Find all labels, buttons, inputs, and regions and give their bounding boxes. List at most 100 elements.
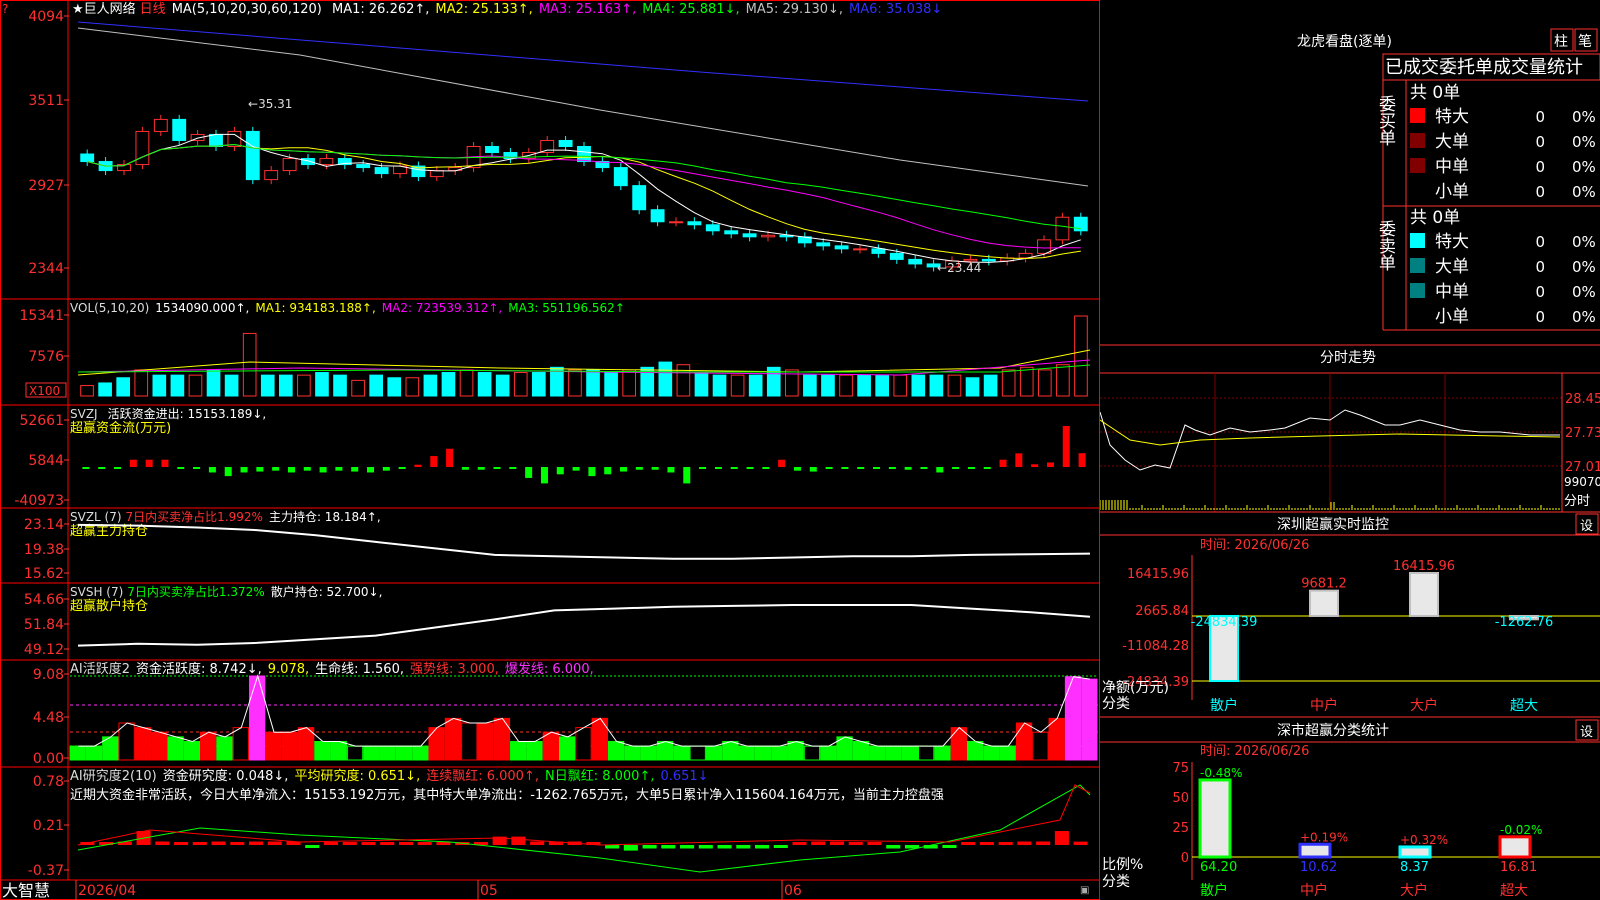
volume-bar[interactable] xyxy=(586,369,600,397)
research-bar[interactable] xyxy=(249,841,264,846)
activity-bar[interactable] xyxy=(966,740,984,761)
activity-bar[interactable] xyxy=(624,745,641,761)
activity-bar[interactable] xyxy=(542,731,560,761)
activity-bar[interactable] xyxy=(232,727,249,761)
candle[interactable] xyxy=(429,170,444,178)
candle[interactable] xyxy=(577,145,591,163)
flow-bar[interactable] xyxy=(809,467,817,472)
flow-bar[interactable] xyxy=(667,467,675,473)
research-bar[interactable] xyxy=(961,842,976,845)
research-bar[interactable] xyxy=(323,842,339,845)
activity-bar[interactable] xyxy=(673,745,690,761)
flow-bar[interactable] xyxy=(920,467,928,469)
research-bar[interactable] xyxy=(174,842,189,845)
activity-bar[interactable] xyxy=(1048,717,1065,761)
flow-bar[interactable] xyxy=(193,467,201,469)
research-bar[interactable] xyxy=(1073,841,1088,845)
flow-bar[interactable] xyxy=(967,467,975,469)
flow-bar[interactable] xyxy=(446,448,454,467)
activity-bar[interactable] xyxy=(510,740,527,761)
flow-bar[interactable] xyxy=(398,467,406,469)
volume-bar[interactable] xyxy=(712,374,727,397)
volume-bar[interactable] xyxy=(224,374,239,397)
volume-bar[interactable] xyxy=(803,374,817,397)
candlestick-series[interactable] xyxy=(80,114,1088,272)
flow-bar[interactable] xyxy=(161,459,169,467)
flow-bar[interactable] xyxy=(699,467,707,469)
candle[interactable] xyxy=(613,167,628,187)
candle[interactable] xyxy=(742,233,757,238)
activity-bar[interactable] xyxy=(738,745,755,761)
activity-bar[interactable] xyxy=(950,727,967,761)
research-bar[interactable] xyxy=(342,842,357,845)
activity-bar[interactable] xyxy=(248,675,266,761)
ratio-chart[interactable]: 75 50 25 0 -0.48% 64.20 散户 +0.19% 10.62 中户 +0.32% 8… xyxy=(1102,761,1600,899)
flow-bar[interactable] xyxy=(983,467,991,469)
activity-bar[interactable] xyxy=(820,745,837,761)
ratio-bar[interactable] xyxy=(1198,778,1232,859)
research-bar[interactable] xyxy=(661,845,676,849)
flow-bar[interactable] xyxy=(952,467,960,469)
research-bar[interactable] xyxy=(792,842,807,845)
flow-bar[interactable] xyxy=(272,467,280,471)
research-bar[interactable] xyxy=(642,845,657,849)
activity-bar[interactable] xyxy=(754,745,772,761)
research-bar[interactable] xyxy=(361,842,376,845)
research-bar[interactable] xyxy=(380,842,395,845)
flow-bar[interactable] xyxy=(319,467,327,473)
research-bar[interactable] xyxy=(979,842,994,845)
ratio-bar[interactable] xyxy=(1398,845,1432,859)
volume-bar[interactable] xyxy=(206,369,221,397)
candle[interactable] xyxy=(724,230,739,235)
flow-bar[interactable] xyxy=(857,467,865,469)
flow-bar[interactable] xyxy=(493,467,501,469)
activity-bar[interactable] xyxy=(689,745,706,761)
volume-bar[interactable] xyxy=(351,379,365,397)
volume-bars[interactable] xyxy=(77,315,1091,397)
activity-bar[interactable] xyxy=(167,736,184,761)
research-bar[interactable] xyxy=(698,845,713,849)
candle[interactable] xyxy=(319,158,334,166)
activity-bar[interactable] xyxy=(722,740,739,761)
research-bar[interactable] xyxy=(192,842,207,845)
volume-bar[interactable] xyxy=(98,382,112,397)
volume-bar[interactable] xyxy=(1037,369,1052,397)
flow-bar[interactable] xyxy=(556,467,564,475)
candle[interactable] xyxy=(209,133,223,147)
flow-bar[interactable] xyxy=(888,467,896,469)
flow-bar[interactable] xyxy=(114,467,122,469)
volume-bar[interactable] xyxy=(730,374,745,397)
volume-bar[interactable] xyxy=(604,372,618,397)
research-bar[interactable] xyxy=(511,836,526,845)
flow-bar[interactable] xyxy=(778,459,786,467)
volume-bar[interactable] xyxy=(929,374,944,397)
volume-bar[interactable] xyxy=(297,374,311,397)
ratio-bar[interactable] xyxy=(1498,835,1532,859)
research-bar[interactable] xyxy=(680,845,695,849)
volume-bar[interactable] xyxy=(405,377,420,397)
activity-bar[interactable] xyxy=(297,727,315,761)
flow-bar[interactable] xyxy=(82,467,90,469)
research-bar[interactable] xyxy=(717,845,732,849)
intraday-chart[interactable]: 28.45 27.73 27.0199070 分时 xyxy=(1100,373,1600,512)
research-bar[interactable] xyxy=(305,845,320,848)
activity-bar[interactable] xyxy=(771,745,788,761)
candle[interactable] xyxy=(871,248,886,254)
activity-bar[interactable] xyxy=(1081,678,1098,761)
flow-bar[interactable] xyxy=(1062,425,1070,467)
flow-bar[interactable] xyxy=(303,467,311,471)
flow-bar[interactable] xyxy=(414,464,422,467)
ratio-bar[interactable] xyxy=(1298,842,1332,859)
flow-bar[interactable] xyxy=(1031,464,1039,467)
candle[interactable] xyxy=(1055,216,1070,241)
volume-bar[interactable] xyxy=(875,374,890,397)
fund-flow-bars[interactable] xyxy=(82,425,1086,484)
candle[interactable] xyxy=(172,118,187,141)
volume-bar[interactable] xyxy=(893,374,908,397)
flow-bar[interactable] xyxy=(683,467,691,484)
candle[interactable] xyxy=(981,258,996,262)
activity-bar[interactable] xyxy=(1015,722,1033,761)
research-bar[interactable] xyxy=(436,842,451,845)
flow-bar[interactable] xyxy=(224,467,232,477)
volume-bar[interactable] xyxy=(1019,366,1034,397)
